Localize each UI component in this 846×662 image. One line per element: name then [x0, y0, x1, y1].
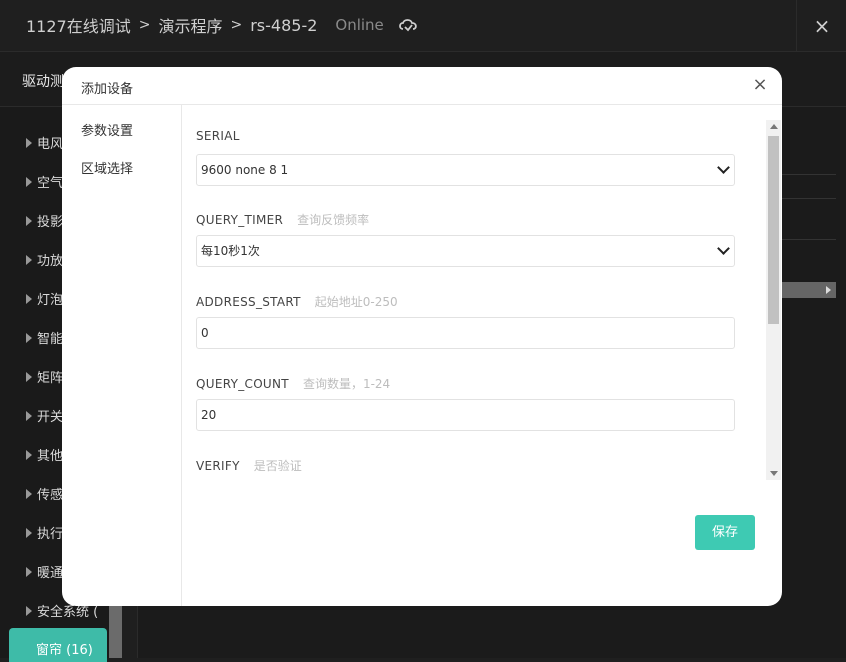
caret-right-icon: [26, 371, 32, 382]
query-count-input[interactable]: 20: [196, 399, 735, 431]
sidebar-item[interactable]: 功放: [26, 250, 63, 269]
caret-right-icon: [26, 410, 32, 421]
field-label-verify: VERIFY 是否验证: [196, 457, 302, 474]
caret-right-icon: [26, 566, 32, 577]
arrow-right-icon[interactable]: [826, 286, 831, 294]
label-text: VERIFY: [196, 459, 240, 473]
nav-item-params[interactable]: 参数设置: [81, 120, 133, 139]
sidebar-item-label: 执行: [37, 527, 64, 542]
sidebar-item[interactable]: 智能: [26, 328, 63, 347]
top-bar: 1127在线调试 > 演示程序 > rs-485-2 Online ×: [0, 0, 846, 52]
sidebar-item-label: 矩阵: [37, 371, 64, 386]
caret-right-icon: [26, 254, 32, 265]
field-label-address-start: ADDRESS_START 起始地址0-250: [196, 293, 398, 310]
sidebar-item[interactable]: 开关: [26, 406, 63, 425]
sidebar-item[interactable]: 空气: [26, 172, 63, 191]
label-hint: 起始地址0-250: [314, 295, 398, 309]
sidebar-item-label: 电风: [37, 137, 64, 152]
input-value: 20: [201, 408, 217, 422]
select-value: 每10秒1次: [201, 244, 260, 258]
label-hint: 查询数量，1-24: [302, 377, 391, 391]
arrow-down-icon[interactable]: [770, 471, 778, 476]
sidebar-item[interactable]: 暖通: [26, 562, 63, 581]
sidebar-item[interactable]: 灯泡: [26, 289, 63, 308]
dialog-nav: 参数设置 区域选择: [62, 105, 182, 606]
sidebar-item-label: 暖通: [37, 566, 64, 581]
caret-right-icon: [26, 605, 32, 616]
sidebar-item[interactable]: 投影: [26, 211, 63, 230]
sidebar-item[interactable]: 其他: [26, 445, 63, 464]
field-label-serial: SERIAL: [196, 129, 240, 143]
label-text: ADDRESS_START: [196, 295, 301, 309]
sidebar-item[interactable]: 矩阵: [26, 367, 63, 386]
divider: [782, 174, 836, 175]
label-text: QUERY_TIMER: [196, 213, 284, 227]
divider: [782, 198, 836, 199]
label-hint: 是否验证: [253, 459, 302, 473]
sidebar-item-label: 智能: [37, 332, 64, 347]
dialog-header: 添加设备 ×: [62, 67, 782, 105]
dialog-title: 添加设备: [81, 82, 134, 97]
breadcrumb-item-device[interactable]: rs-485-2: [250, 16, 317, 35]
horizontal-scrollbar[interactable]: [782, 282, 836, 298]
sidebar-item-active[interactable]: 窗帘 (16): [9, 628, 107, 662]
section-title: 驱动测: [22, 74, 64, 90]
status-badge: Online: [335, 16, 384, 34]
breadcrumb-separator: >: [138, 17, 151, 33]
label-hint: 查询反馈频率: [297, 213, 370, 227]
sidebar-item-label: 开关: [37, 410, 64, 425]
sidebar-item-label: 功放: [37, 254, 64, 269]
field-label-query-timer: QUERY_TIMER 查询反馈频率: [196, 211, 369, 228]
caret-right-icon: [26, 293, 32, 304]
cloud-sync-icon[interactable]: [398, 17, 418, 33]
breadcrumb-separator: >: [230, 17, 243, 33]
field-label-query-count: QUERY_COUNT 查询数量，1-24: [196, 375, 390, 392]
sidebar-item[interactable]: 传感: [26, 484, 63, 503]
sidebar-item-label: 灯泡: [37, 293, 64, 308]
query-timer-select[interactable]: 每10秒1次: [196, 235, 735, 267]
caret-right-icon: [26, 176, 32, 187]
sidebar-item-label: 窗帘 (16): [36, 643, 93, 658]
caret-right-icon: [26, 215, 32, 226]
divider: [782, 239, 836, 240]
sidebar-item-label: 空气: [37, 176, 64, 191]
breadcrumb: 1127在线调试 > 演示程序 > rs-485-2 Online: [26, 13, 418, 37]
sidebar-scrollbar[interactable]: [109, 605, 122, 658]
address-start-input[interactable]: 0: [196, 317, 735, 349]
sidebar-item[interactable]: 执行: [26, 523, 63, 542]
sidebar-item[interactable]: 电风: [26, 133, 63, 152]
breadcrumb-item-project[interactable]: 1127在线调试: [26, 13, 131, 37]
serial-select[interactable]: 9600 none 8 1: [196, 154, 735, 186]
close-icon[interactable]: ×: [750, 75, 770, 95]
arrow-up-icon[interactable]: [770, 124, 778, 129]
label-text: SERIAL: [196, 129, 240, 143]
sidebar-item-label: 投影: [37, 215, 64, 230]
scrollbar-thumb[interactable]: [768, 136, 779, 324]
close-icon[interactable]: ×: [796, 0, 846, 51]
select-value: 9600 none 8 1: [201, 163, 289, 177]
caret-right-icon: [26, 332, 32, 343]
chevron-down-icon: [717, 242, 730, 255]
caret-right-icon: [26, 137, 32, 148]
caret-right-icon: [26, 488, 32, 499]
save-button[interactable]: 保存: [695, 515, 755, 550]
chevron-down-icon: [717, 161, 730, 174]
caret-right-icon: [26, 527, 32, 538]
caret-right-icon: [26, 449, 32, 460]
form-scrollbar[interactable]: [766, 120, 781, 480]
breadcrumb-item-program[interactable]: 演示程序: [158, 13, 222, 37]
add-device-dialog: 添加设备 × 参数设置 区域选择 SERIAL 9600 none 8 1 QU…: [62, 67, 782, 606]
label-text: QUERY_COUNT: [196, 377, 289, 391]
sidebar-item-label: 传感: [37, 488, 64, 503]
nav-item-area[interactable]: 区域选择: [81, 158, 133, 177]
sidebar-item-label: 其他: [37, 449, 64, 464]
input-value: 0: [201, 326, 209, 340]
form-area: SERIAL 9600 none 8 1 QUERY_TIMER 查询反馈频率 每…: [182, 117, 766, 479]
